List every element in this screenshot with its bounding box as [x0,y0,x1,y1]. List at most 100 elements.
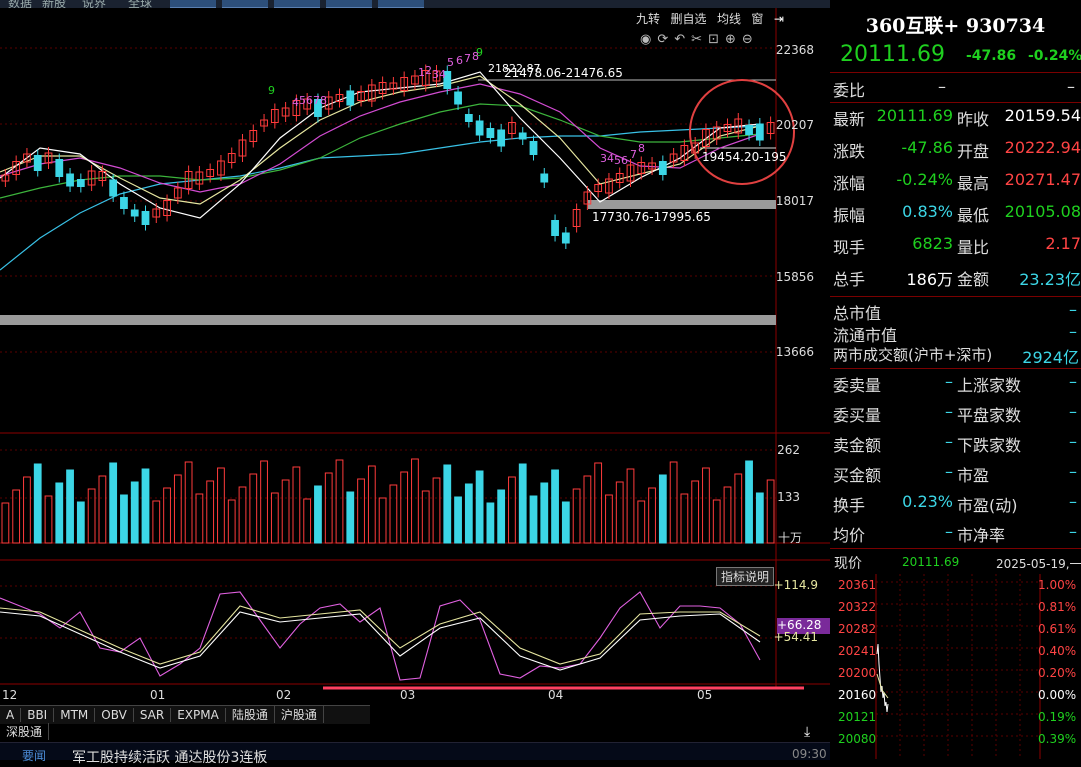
tab-mtm[interactable]: MTM [54,708,96,722]
menu-global[interactable]: 全球 [128,0,152,8]
td-seq-marker: 8 [638,142,645,155]
stat-value: – [945,462,953,481]
volume-bar [87,488,96,544]
last-price: 20111.69 [840,42,945,67]
volume-bar [626,468,635,544]
zoom-out-icon[interactable]: ⊖ [742,32,759,47]
zoom-in-icon[interactable]: ⊕ [725,32,742,47]
volume-bar [766,479,775,544]
news-ticker[interactable]: 要闻 军工股持续活跃 通达股份3连板 09:30 [0,742,830,766]
refresh-icon[interactable]: ⟳ [657,32,674,47]
x-axis-label: 05 [697,688,713,702]
volume-bar [173,474,182,544]
intraday-left-axis: 20282 [838,622,877,636]
volume-bar [346,491,355,544]
price-axis-label: 18017 [775,194,814,208]
news-text[interactable]: 军工股持续活跃 通达股份3连板 [72,747,267,767]
stat-label: 均价 [833,526,866,545]
tab-obv[interactable]: OBV [95,708,134,722]
tab-bbi[interactable]: BBI [21,708,55,722]
volume-bar [400,471,409,544]
volume-bar [561,501,570,544]
back-arrow-icon[interactable]: ⇥ [774,12,784,26]
menu-data[interactable]: 数据 [8,0,32,8]
volume-bar [508,476,516,544]
td-seq-marker: 5 [299,94,306,107]
indicator-explain-button[interactable]: 指标说明 [716,567,775,586]
tab-hugutong[interactable]: 沪股通 [275,706,324,723]
quote-value: 23.23亿 [1019,270,1081,289]
chart-canvas [0,8,830,690]
quote-label: 最高 [957,174,990,193]
indicator-tabs: A BBI MTM OBV SAR EXPMA 陆股通 沪股通深股通 [0,705,370,740]
window-button[interactable]: 窗 [751,12,763,26]
intraday-right-axis: 0.19% [1038,710,1077,724]
quote-row: 现手 6823 量比 2.17 [830,234,1081,260]
td-seq-marker: 6 [621,154,628,167]
stat-label: 市盈 [957,466,990,485]
undo-icon[interactable]: ↶ [674,32,691,47]
intraday-left-axis: 20160 [838,688,877,702]
td-seq-marker: 1 [418,66,425,79]
eye-icon[interactable]: ◉ [640,32,657,47]
x-axis-label: 03 [400,688,416,702]
jiuzhuan-button[interactable]: 九转 [636,12,660,26]
range3-label: 19454.20-195 [702,150,787,164]
scissors-icon[interactable]: ✂ [691,32,708,47]
td-seq-marker: 6 [306,94,313,107]
volume-bar [217,467,225,544]
stat-value: – [945,372,953,391]
stat-value: – [1069,372,1077,391]
volume-bar [540,482,549,544]
lock-icon[interactable]: ⊡ [708,32,725,47]
volume-bar [518,463,527,544]
intraday-price: 20111.69 [902,555,960,569]
turnover-label: 两市成交额(沪市+深市) [833,346,993,364]
stat-value: – [1069,492,1077,511]
menu-jiejie[interactable]: 说界 [82,0,106,8]
volume-bar [249,473,258,544]
weibi-value-2: – [1067,77,1075,96]
top-tab-3[interactable] [274,0,320,8]
intraday-right-axis: 0.40% [1038,644,1077,658]
quote-label: 昨收 [957,110,990,129]
stat-row: 委买量 – 平盘家数 – [830,402,1081,428]
menu-new-stock[interactable]: 新股 [42,0,66,8]
x-axis-label: 12 [2,688,18,702]
stat-label: 委买量 [833,406,882,425]
td-seq-marker: 9 [476,46,483,59]
volume-bar [572,488,581,544]
quote-value: 20105.08 [1004,202,1081,221]
weibi-value: – [938,77,946,96]
x-axis-label: 01 [150,688,166,702]
tab-shengutong[interactable]: 深股通 [0,723,50,740]
news-prefix: 要闻 [22,749,47,763]
tab-expma[interactable]: EXPMA [171,708,226,722]
ma-button[interactable]: 均线 [717,12,741,26]
volume-bar [475,470,484,544]
remove-watchlist-button[interactable]: 删自选 [670,12,706,26]
price-axis-label: 22368 [775,43,814,57]
top-tab-5[interactable] [378,0,424,8]
kline-chart-area[interactable]: 九转 删自选 均线 窗 ⇥ ◉⟳↶✂⊡⊕⊖ 22368 20207 18017 … [0,8,830,740]
volume-bar [270,492,279,544]
volume-bar [669,461,678,544]
tab-lugutong[interactable]: 陆股通 [226,706,275,723]
price-axis-label: 15856 [775,270,814,284]
top-tab-4[interactable] [326,0,372,8]
turnover-row: 两市成交额(沪市+深市) 2924亿 [830,344,1081,367]
total-mktcap-label: 总市值 [833,304,882,323]
tab-sar[interactable]: SAR [134,708,172,722]
tab-a[interactable]: A [0,708,22,722]
top-tab-1[interactable] [170,0,216,8]
td-seq-marker: 4 [292,96,299,109]
stat-label: 卖金额 [833,436,882,455]
top-tab-2[interactable] [222,0,268,8]
intraday-right-axis: 0.20% [1038,666,1077,680]
volume-bar [184,461,193,544]
download-icon[interactable]: ⤓ [804,724,810,740]
stat-row: 换手 0.23% 市盈(动) – [830,492,1081,518]
chart-toolbar: 九转 删自选 均线 窗 ⇥ [636,10,790,27]
volume-bar [335,459,344,544]
intraday-left-axis: 20361 [838,578,877,592]
